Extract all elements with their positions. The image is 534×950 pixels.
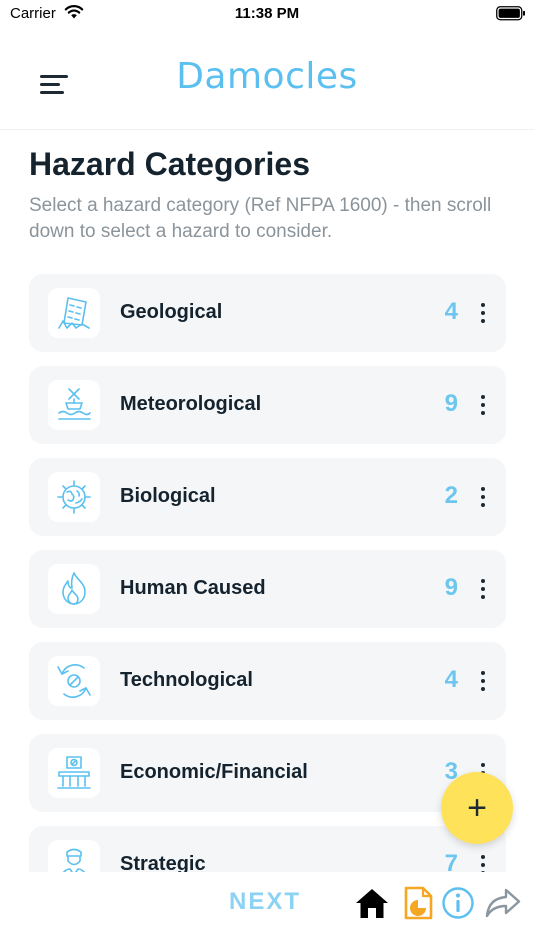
flood-icon [48, 380, 100, 430]
bottom-bar: NEXT [0, 872, 534, 950]
info-icon[interactable] [441, 886, 475, 920]
category-list: Geological 4 Meteorological 9 Biological [29, 274, 506, 872]
collapsing-building-icon [48, 288, 100, 338]
next-button[interactable]: NEXT [229, 888, 301, 916]
category-label: Technological [120, 669, 253, 691]
category-label: Meteorological [120, 393, 262, 415]
category-card-meteorological[interactable]: Meteorological 9 [29, 366, 506, 444]
fire-icon [48, 564, 100, 614]
status-bar: Carrier 11:38 PM [0, 0, 534, 30]
hazard-count: 4 [444, 666, 458, 693]
status-time: 11:38 PM [234, 5, 300, 22]
more-options-icon[interactable] [472, 664, 494, 698]
add-button[interactable]: + [441, 772, 513, 844]
category-label: Strategic [120, 853, 206, 872]
category-card-geological[interactable]: Geological 4 [29, 274, 506, 352]
bank-icon [48, 748, 100, 798]
share-icon[interactable] [484, 886, 522, 920]
category-label: Economic/Financial [120, 761, 308, 783]
category-card-strategic[interactable]: Strategic 7 [29, 826, 506, 872]
more-options-icon[interactable] [472, 848, 494, 872]
category-label: Geological [120, 301, 223, 323]
page-title: Hazard Categories [29, 146, 310, 182]
category-card-technological[interactable]: Technological 4 [29, 642, 506, 720]
category-card-economic-financial[interactable]: Economic/Financial 3 [29, 734, 506, 812]
hazard-count: 2 [444, 482, 458, 509]
category-label: Biological [120, 485, 216, 507]
more-options-icon[interactable] [472, 296, 494, 330]
report-icon[interactable] [403, 886, 433, 920]
cycle-arrows-icon [48, 656, 100, 706]
category-card-human-caused[interactable]: Human Caused 9 [29, 550, 506, 628]
battery-icon [496, 6, 525, 21]
header: Damocles [0, 42, 534, 130]
more-options-icon[interactable] [472, 480, 494, 514]
category-label: Human Caused [120, 577, 266, 599]
more-options-icon[interactable] [472, 388, 494, 422]
plus-icon: + [467, 788, 487, 827]
category-card-biological[interactable]: Biological 2 [29, 458, 506, 536]
hazard-count: 9 [444, 574, 458, 601]
virus-globe-icon [48, 472, 100, 522]
more-options-icon[interactable] [472, 572, 494, 606]
hazard-count: 4 [444, 298, 458, 325]
hazard-count: 9 [444, 390, 458, 417]
person-icon [48, 840, 100, 872]
app-title: Damocles [176, 56, 358, 97]
hazard-count: 7 [444, 850, 458, 872]
page-subtitle: Select a hazard category (Ref NFPA 1600)… [29, 195, 492, 242]
home-icon[interactable] [354, 886, 390, 920]
